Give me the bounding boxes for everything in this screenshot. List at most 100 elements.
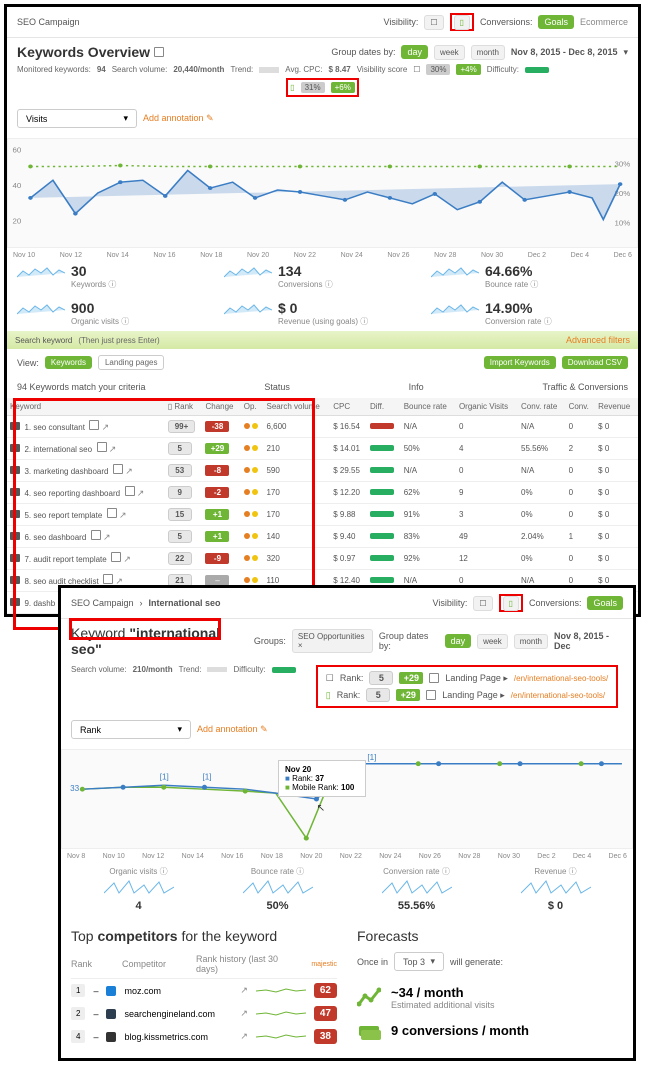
group-tag[interactable]: SEO Opportunities × (292, 629, 373, 653)
stat-card: 900Organic visits ⓘ (17, 300, 214, 327)
forecast-select[interactable]: Top 3▾ (394, 952, 444, 971)
page-icon[interactable] (89, 420, 99, 430)
cpc-lbl: Avg. CPC: (285, 65, 322, 74)
page-icon[interactable] (111, 552, 121, 562)
external-link-icon[interactable]: ↗ (119, 510, 127, 520)
goals-btn[interactable]: Goals (587, 596, 623, 610)
th[interactable]: Search volume (263, 398, 330, 416)
tt-date: Nov 20 (285, 765, 311, 774)
competitor-row[interactable]: 2– searchengineland.com ↗ 47 (71, 1002, 337, 1025)
th[interactable]: Conv. (566, 398, 596, 416)
date-range[interactable]: Nov 8, 2015 - Dec (554, 631, 623, 651)
folder-icon (10, 444, 20, 452)
table-row[interactable]: 4. seo reporting dashboard ↗ 9 -2 170$ 1… (7, 482, 638, 504)
mobile-icon[interactable]: ▯ (503, 596, 519, 611)
th[interactable]: CPC (330, 398, 367, 416)
group-week[interactable]: week (434, 45, 465, 60)
page-icon (426, 690, 436, 700)
ecom-btn[interactable]: Ecommerce (580, 17, 628, 27)
trend-lbl: Trend: (179, 665, 202, 674)
rank-m-val: 5 (366, 688, 390, 702)
page-icon[interactable] (113, 464, 123, 474)
external-link-icon[interactable]: ↗ (240, 985, 248, 996)
external-link-icon[interactable]: ↗ (102, 422, 110, 432)
th[interactable]: Change (202, 398, 240, 416)
table-row[interactable]: 6. seo dashboard ↗ 5 +1 140$ 9.40 83%492… (7, 526, 638, 548)
external-link-icon[interactable]: ↗ (123, 554, 131, 564)
group-month[interactable]: month (514, 634, 548, 649)
vs-desktop: 30% (426, 64, 450, 75)
external-link-icon[interactable]: ↗ (109, 444, 117, 454)
add-annotation[interactable]: Add annotation ✎ (143, 113, 214, 124)
table-row[interactable]: 1. seo consultant ↗ 99+ -38 6,600$ 16.54… (7, 416, 638, 438)
th-comp: Competitor (122, 959, 166, 969)
import-btn[interactable]: Import Keywords (484, 356, 556, 369)
status-dot (244, 555, 250, 561)
metric-select[interactable]: Visits▾ (17, 109, 137, 128)
page-icon[interactable] (125, 486, 135, 496)
stat-card: 14.90%Conversion rate ⓘ (431, 300, 628, 327)
status-dot (244, 467, 250, 473)
rank-d-val: 5 (369, 671, 393, 685)
table-row[interactable]: 5. seo report template ↗ 15 +1 170$ 9.88… (7, 504, 638, 526)
th[interactable]: Organic Visits (456, 398, 518, 416)
status-dot (244, 489, 250, 495)
group-day[interactable]: day (401, 45, 428, 59)
competitor-row[interactable]: 4– blog.kissmetrics.com ↗ 38 (71, 1025, 337, 1048)
table-row[interactable]: 7. audit report template ↗ 22 -9 320$ 0.… (7, 548, 638, 570)
metric-select[interactable]: Rank▾ (71, 720, 191, 739)
svg-text:20: 20 (12, 217, 21, 225)
dashboard-screenshot: SEO Campaign Visibility: ☐ ▯ Conversions… (4, 4, 641, 617)
mini-stat: Bounce rate ⓘ50% (210, 866, 345, 912)
page-icon[interactable] (91, 530, 101, 540)
desktop-icon[interactable]: ☐ (473, 596, 492, 611)
external-link-icon[interactable]: ↗ (240, 1031, 248, 1042)
lp-url-2[interactable]: /en/international-seo-tools/ (511, 691, 605, 700)
sv-lbl: Search volume: (112, 65, 168, 74)
external-link-icon[interactable]: ↗ (240, 1008, 248, 1019)
competitor-row[interactable]: 1– moz.com ↗ 62 (71, 979, 337, 1002)
search-input[interactable]: Search keyword (15, 336, 72, 345)
rank-chart: Nov 20 ■ Rank: 37 ■ Mobile Rank: 100 33 … (61, 749, 633, 849)
svg-text:[1]: [1] (367, 753, 376, 762)
th[interactable]: Bounce rate (401, 398, 456, 416)
tab-landing-pages[interactable]: Landing pages (98, 355, 165, 370)
page-icon[interactable] (97, 442, 107, 452)
external-link-icon[interactable]: ↗ (125, 466, 133, 476)
goals-btn[interactable]: Goals (538, 15, 574, 29)
page-icon[interactable] (103, 574, 113, 584)
mobile-icon[interactable]: ▯ (454, 15, 470, 30)
stat-cards: 30Keywords ⓘ134Conversions ⓘ64.66%Bounce… (7, 259, 638, 331)
mini-stat: Revenue ⓘ$ 0 (488, 866, 623, 912)
external-link-icon[interactable]: ↗ (137, 488, 145, 498)
group-month[interactable]: month (471, 45, 505, 60)
date-range[interactable]: Nov 8, 2015 - Dec 8, 2015 (511, 47, 618, 57)
th[interactable]: Keyword (7, 398, 165, 416)
stat-card: 64.66%Bounce rate ⓘ (431, 263, 628, 290)
trend-lbl: Trend: (230, 65, 253, 74)
status-dot (244, 577, 250, 583)
stat-card: 30Keywords ⓘ (17, 263, 214, 290)
view-lbl: View: (17, 358, 39, 368)
chevron-down-icon[interactable]: ▾ (623, 47, 628, 58)
th[interactable]: Conv. rate (518, 398, 566, 416)
desktop-icon[interactable]: ☐ (424, 15, 443, 30)
advanced-filters[interactable]: Advanced filters (566, 335, 630, 345)
table-row[interactable]: 3. marketing dashboard ↗ 53 -8 590$ 29.5… (7, 460, 638, 482)
th[interactable]: ▯ Rank (165, 398, 203, 416)
external-link-icon[interactable]: ↗ (103, 532, 111, 542)
th[interactable]: Revenue (595, 398, 638, 416)
table-row[interactable]: 2. international seo ↗ 5 +29 210$ 14.01 … (7, 438, 638, 460)
add-annotation[interactable]: Add annotation ✎ (197, 724, 268, 735)
download-csv-btn[interactable]: Download CSV (562, 356, 628, 369)
breadcrumb-1[interactable]: SEO Campaign (71, 598, 134, 608)
group-week[interactable]: week (477, 634, 508, 649)
folder-icon (10, 532, 20, 540)
group-day[interactable]: day (445, 634, 472, 648)
status-dot (244, 533, 250, 539)
th[interactable]: Diff. (367, 398, 401, 416)
tab-keywords[interactable]: Keywords (45, 356, 92, 369)
lp-url[interactable]: /en/international-seo-tools/ (514, 674, 608, 683)
page-icon[interactable] (107, 508, 117, 518)
th[interactable]: Op. (241, 398, 264, 416)
